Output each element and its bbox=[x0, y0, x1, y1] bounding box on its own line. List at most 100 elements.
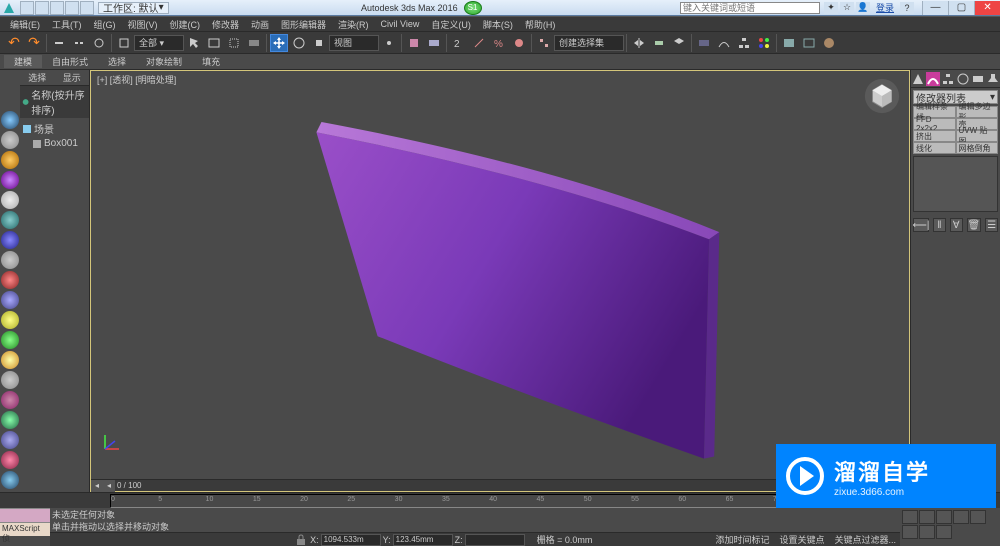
left-tool-icon[interactable] bbox=[1, 291, 19, 309]
modifier-btn[interactable]: 挤出 bbox=[913, 130, 956, 142]
snap-percent-button[interactable]: % bbox=[490, 34, 508, 52]
schematic-view-button[interactable] bbox=[735, 34, 753, 52]
set-key-label[interactable]: 设置关键点 bbox=[779, 533, 824, 546]
left-tool-icon[interactable] bbox=[1, 391, 19, 409]
pivot-button[interactable] bbox=[380, 34, 398, 52]
outliner-sort-header[interactable]: 名称(按升序排序) bbox=[20, 86, 89, 118]
qat-icon[interactable] bbox=[65, 1, 79, 15]
viewcube[interactable] bbox=[863, 77, 901, 115]
modifier-btn[interactable]: 编辑多边形 bbox=[956, 106, 999, 118]
left-tool-icon[interactable] bbox=[1, 471, 19, 489]
nav-button[interactable] bbox=[902, 525, 918, 539]
ribbon-tab-object-paint[interactable]: 对象绘制 bbox=[136, 55, 192, 68]
close-button[interactable]: ✕ bbox=[974, 1, 1000, 15]
modifier-btn[interactable]: FFD 2x2x2 bbox=[913, 118, 956, 130]
y-coord-input[interactable]: 123.45mm bbox=[393, 534, 453, 546]
left-tool-icon[interactable] bbox=[1, 171, 19, 189]
ribbon-tab-selection[interactable]: 选择 bbox=[98, 55, 136, 68]
z-coord-input[interactable] bbox=[465, 534, 525, 546]
material-editor-button[interactable] bbox=[755, 34, 773, 52]
left-tool-icon[interactable] bbox=[1, 251, 19, 269]
select-region-button[interactable] bbox=[225, 34, 243, 52]
rendered-frame-button[interactable] bbox=[800, 34, 818, 52]
select-move-button[interactable] bbox=[270, 34, 288, 52]
modifier-btn[interactable]: UVW 贴图 bbox=[956, 130, 999, 142]
minimize-button[interactable]: — bbox=[922, 1, 948, 15]
select-rotate-button[interactable] bbox=[290, 34, 308, 52]
select-object-button[interactable] bbox=[185, 34, 203, 52]
menu-civil-view[interactable]: Civil View bbox=[375, 19, 426, 29]
left-tool-icon[interactable] bbox=[1, 271, 19, 289]
nav-button[interactable] bbox=[919, 525, 935, 539]
modifier-btn[interactable]: 线化 bbox=[913, 142, 956, 154]
sign-badge[interactable]: S1 bbox=[464, 1, 482, 15]
ribbon-tab-populate[interactable]: 填充 bbox=[192, 55, 230, 68]
link-button[interactable] bbox=[50, 34, 68, 52]
redo-button[interactable]: ↷ bbox=[25, 34, 43, 52]
selection-filter-dropdown[interactable]: 全部 ▾ bbox=[134, 35, 184, 51]
outliner-node-scene[interactable]: 场景 bbox=[22, 120, 87, 137]
login-link[interactable]: 登录 bbox=[876, 1, 894, 14]
menu-render[interactable]: 渲染(R) bbox=[332, 18, 375, 31]
snap-spinner-button[interactable] bbox=[510, 34, 528, 52]
stack-pin-button[interactable]: ⟵| bbox=[913, 218, 929, 232]
ref-coord-dropdown[interactable]: 视图 bbox=[329, 35, 379, 51]
left-tool-icon[interactable] bbox=[1, 111, 19, 129]
subscription-icon[interactable]: ✦ bbox=[824, 2, 838, 14]
ribbon-tab-freeform[interactable]: 自由形式 bbox=[42, 55, 98, 68]
x-coord-input[interactable]: 1094.533m bbox=[321, 534, 381, 546]
left-tool-icon[interactable] bbox=[1, 331, 19, 349]
menu-create[interactable]: 创建(C) bbox=[164, 18, 207, 31]
undo-button[interactable]: ↶ bbox=[5, 34, 23, 52]
select-filter-button[interactable] bbox=[115, 34, 133, 52]
snap-2d-button[interactable]: 2 bbox=[450, 34, 468, 52]
account-icon[interactable]: 👤 bbox=[856, 2, 870, 14]
left-tool-icon[interactable] bbox=[1, 131, 19, 149]
select-by-name-button[interactable] bbox=[205, 34, 223, 52]
qat-icon[interactable] bbox=[35, 1, 49, 15]
menu-graph-editors[interactable]: 图形编辑器 bbox=[275, 18, 332, 31]
nav-button[interactable] bbox=[970, 510, 986, 524]
ribbon-tab-modeling[interactable]: 建模 bbox=[4, 55, 42, 68]
scroll-left-button[interactable]: ◂ bbox=[91, 480, 103, 492]
left-tool-icon[interactable] bbox=[1, 311, 19, 329]
utilities-panel-icon[interactable] bbox=[986, 72, 1000, 86]
render-production-button[interactable] bbox=[820, 34, 838, 52]
modifier-btn[interactable]: 网格倒角 bbox=[956, 142, 999, 154]
nav-button[interactable] bbox=[902, 510, 918, 524]
render-setup-button[interactable] bbox=[780, 34, 798, 52]
stack-show-result-button[interactable]: ‖ bbox=[933, 218, 946, 232]
left-tool-icon[interactable] bbox=[1, 451, 19, 469]
layers-button[interactable] bbox=[670, 34, 688, 52]
align-button[interactable] bbox=[650, 34, 668, 52]
info-search-input[interactable] bbox=[680, 2, 820, 14]
lock-icon[interactable] bbox=[294, 534, 308, 546]
outliner-tab-display[interactable]: 显示 bbox=[55, 70, 90, 85]
menu-modifiers[interactable]: 修改器 bbox=[206, 18, 245, 31]
menu-customize[interactable]: 自定义(U) bbox=[425, 18, 477, 31]
stack-unique-button[interactable]: ∀ bbox=[950, 218, 963, 232]
left-tool-icon[interactable] bbox=[1, 231, 19, 249]
menu-group[interactable]: 组(G) bbox=[88, 18, 122, 31]
qat-icon[interactable] bbox=[50, 1, 64, 15]
left-tool-icon[interactable] bbox=[1, 211, 19, 229]
named-sel-dropdown[interactable]: 创建选择集 bbox=[554, 35, 624, 51]
nav-button[interactable] bbox=[953, 510, 969, 524]
display-panel-icon[interactable] bbox=[971, 72, 985, 86]
edit-named-sel-button[interactable] bbox=[535, 34, 553, 52]
nav-button[interactable] bbox=[936, 510, 952, 524]
select-scale-button[interactable] bbox=[310, 34, 328, 52]
menu-animation[interactable]: 动画 bbox=[245, 18, 275, 31]
select-manip-button[interactable] bbox=[405, 34, 423, 52]
hierarchy-panel-icon[interactable] bbox=[941, 72, 955, 86]
unlink-button[interactable] bbox=[70, 34, 88, 52]
stack-remove-button[interactable]: 🗑 bbox=[967, 218, 982, 232]
modifier-stack[interactable] bbox=[913, 156, 998, 212]
maxscript-listener[interactable]: MAXScript 侦 bbox=[0, 522, 50, 536]
curve-editor-button[interactable] bbox=[715, 34, 733, 52]
scroll-left-button[interactable]: ◂ bbox=[103, 480, 115, 492]
maximize-button[interactable]: ▢ bbox=[948, 1, 974, 15]
outliner-node-box[interactable]: Box001 bbox=[22, 137, 87, 150]
mirror-button[interactable] bbox=[630, 34, 648, 52]
bind-button[interactable] bbox=[90, 34, 108, 52]
